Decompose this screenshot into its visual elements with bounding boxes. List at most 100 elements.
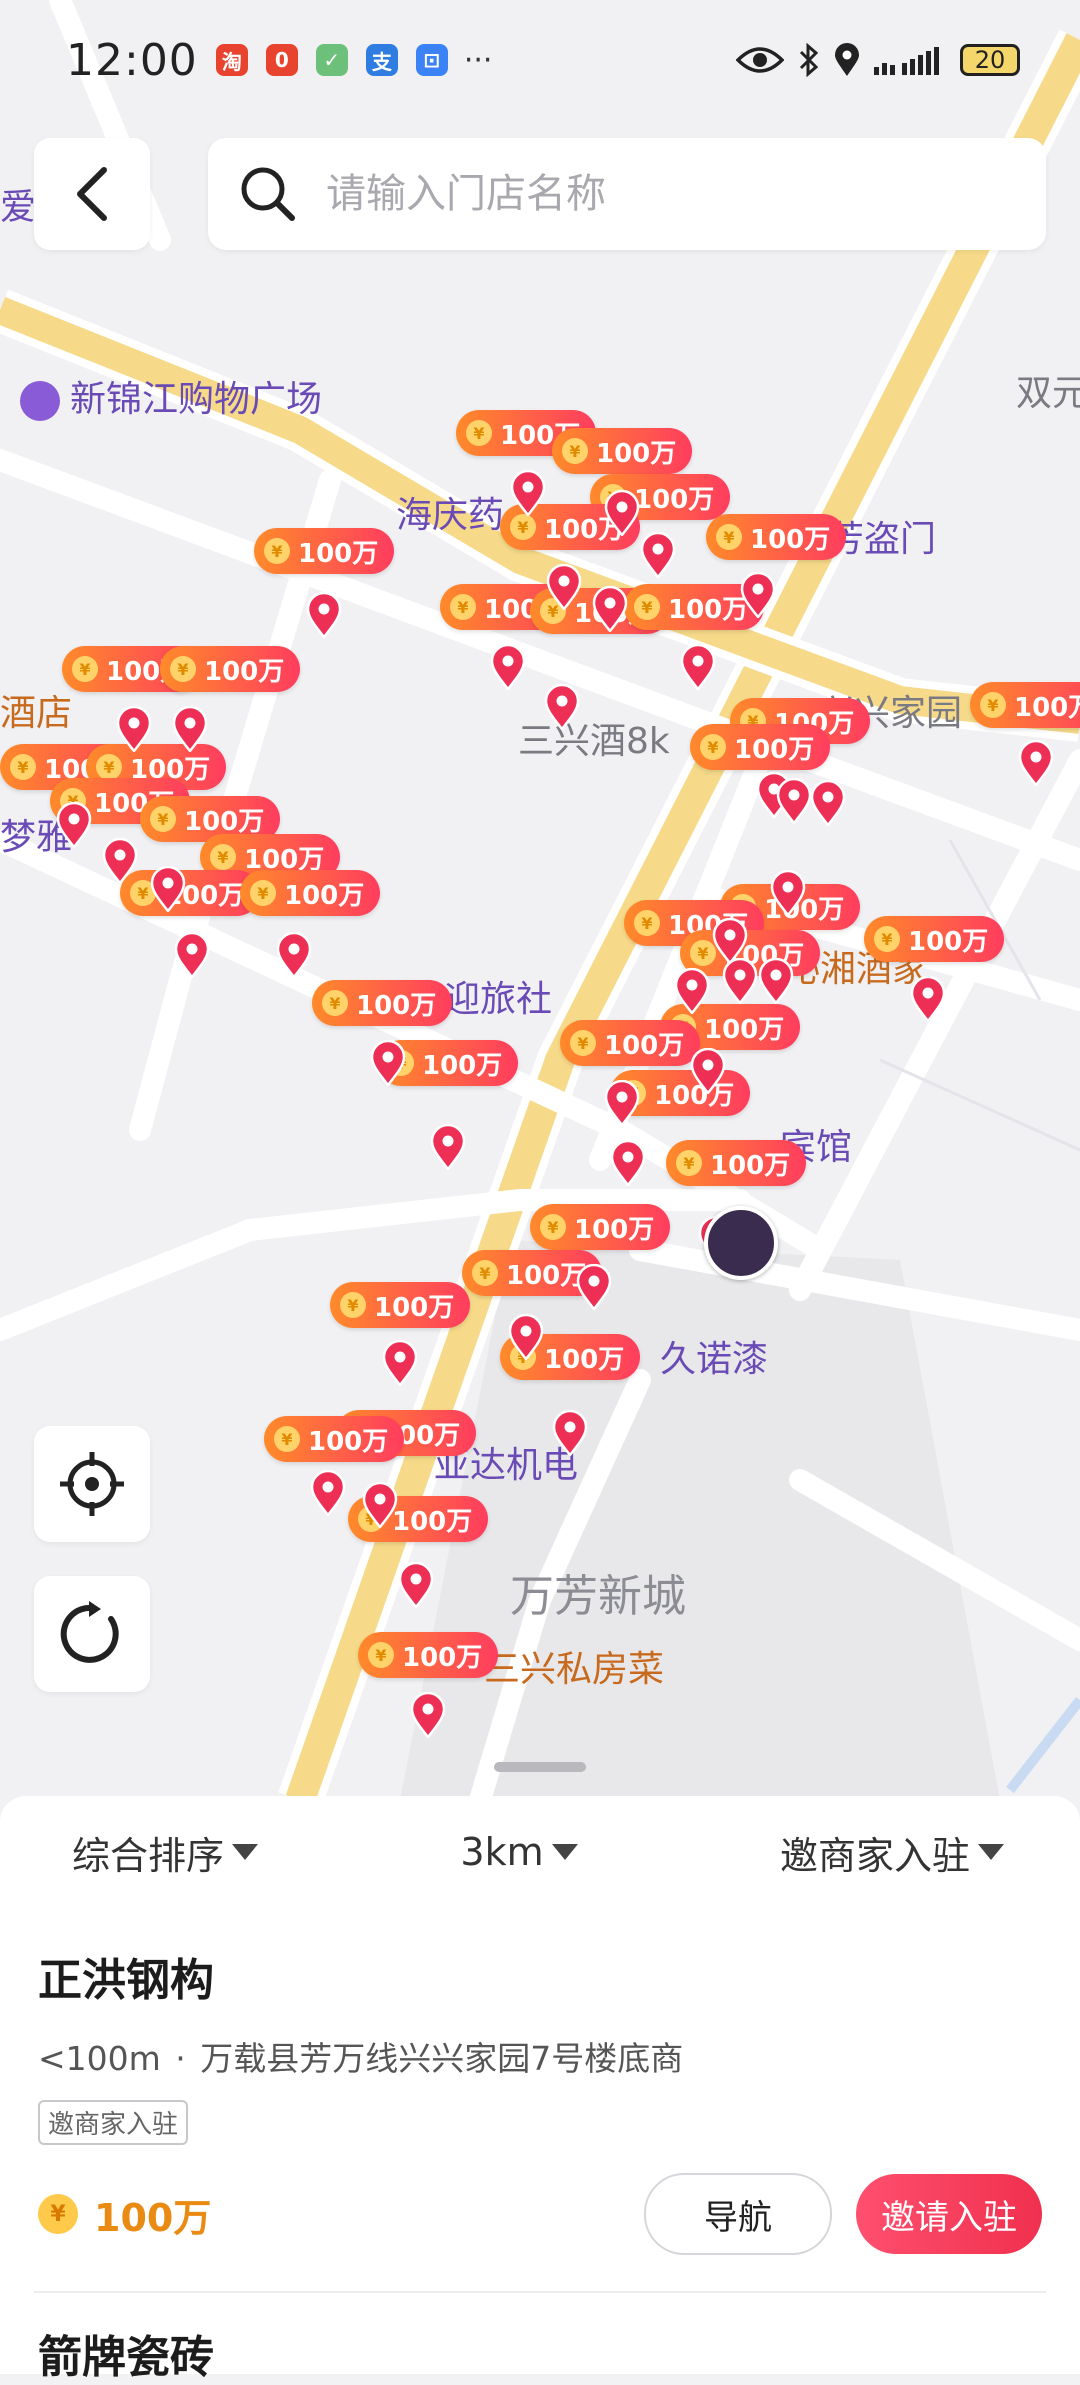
map-pin-icon[interactable] — [680, 644, 716, 690]
coin-icon: ¥ — [340, 1292, 366, 1318]
price-tag-marker[interactable]: ¥100万 — [690, 724, 831, 770]
price-tag-label: 100万 — [704, 1014, 785, 1045]
map-pin-icon[interactable] — [740, 572, 776, 618]
store-address-text: 万载县芳万线兴兴家园7号楼底商 — [200, 2039, 684, 2078]
map-pin-icon[interactable] — [640, 532, 676, 578]
poi-label[interactable]: 三兴私房菜 — [484, 1640, 664, 1692]
map-view[interactable]: 新锦江购物广场 海庆药 芳盗门 双元 兴兴家园 三兴酒8k 酒店 梦雅 沁湘酒家… — [0, 0, 1080, 1800]
poi-label[interactable]: 爱 — [0, 178, 36, 230]
caret-down-icon — [551, 1844, 578, 1860]
map-pin-icon[interactable] — [1018, 740, 1054, 786]
map-pin-icon[interactable] — [546, 564, 582, 610]
map-pin-icon[interactable] — [150, 866, 186, 912]
poi-label[interactable]: 久诺漆 — [660, 1330, 768, 1382]
price-tag-marker[interactable]: ¥100万 — [666, 1140, 807, 1186]
store-list-sheet: 综合排序 3km 邀商家入驻 正洪钢构 <100m · 万载县芳万线兴兴家园7号… — [0, 1796, 1080, 2383]
map-pin-icon[interactable] — [370, 1040, 406, 1086]
price-tag-marker[interactable]: ¥100万 — [312, 980, 453, 1026]
price-tag-marker[interactable]: ¥100万 — [240, 870, 381, 916]
price-tag-marker[interactable]: ¥100万 — [264, 1416, 405, 1462]
price-tag-marker[interactable]: ¥100万 — [706, 514, 847, 560]
map-pin-icon[interactable] — [410, 1692, 446, 1738]
area-label: 万芳新城 — [510, 1571, 686, 1622]
poi-label[interactable]: 海庆药 — [396, 486, 504, 538]
store-search-input[interactable] — [324, 170, 968, 218]
map-pin-icon[interactable] — [592, 586, 628, 632]
map-pin-icon[interactable] — [398, 1562, 434, 1608]
price-tag-marker[interactable]: ¥100万 — [864, 916, 1005, 962]
locate-button[interactable] — [34, 1426, 150, 1542]
sort-filter[interactable]: 综合排序 — [72, 1825, 259, 1880]
price-tag-marker[interactable]: ¥100万 — [358, 1632, 499, 1678]
price-tag-label: 100万 — [284, 880, 365, 911]
map-pin-icon[interactable] — [576, 1264, 612, 1310]
car-icon: ⊡ — [415, 44, 448, 76]
price-tag-marker[interactable]: ¥100万 — [552, 428, 693, 474]
distance-filter[interactable]: 3km — [460, 1830, 578, 1874]
map-pin-icon[interactable] — [758, 958, 794, 1004]
price-tag-marker[interactable]: ¥100万 — [254, 528, 395, 574]
map-pin-icon[interactable] — [306, 592, 342, 638]
map-pin-icon[interactable] — [510, 470, 546, 516]
map-pin-icon[interactable] — [116, 706, 152, 752]
eye-icon — [736, 47, 784, 73]
search-bar[interactable] — [208, 138, 1046, 250]
map-pin-icon[interactable] — [604, 490, 640, 536]
taobao-icon: 淘 — [215, 44, 248, 76]
coin-icon: ¥ — [368, 1642, 394, 1668]
map-pin-icon[interactable] — [674, 968, 710, 1014]
coin-icon: ¥ — [676, 1150, 702, 1176]
invite-button[interactable]: 邀请入驻 — [856, 2174, 1042, 2254]
map-pin-icon[interactable] — [276, 932, 312, 978]
map-pin-icon[interactable] — [362, 1482, 398, 1528]
poi-label[interactable]: 酒店 — [0, 684, 72, 736]
distance-filter-label: 3km — [460, 1830, 544, 1874]
map-pin-icon[interactable] — [382, 1340, 418, 1386]
user-location-avatar[interactable] — [704, 1206, 778, 1280]
map-pin-icon[interactable] — [770, 870, 806, 916]
refresh-icon — [60, 1601, 119, 1663]
coin-icon: ¥ — [472, 1260, 498, 1286]
price-tag-marker[interactable]: ¥100万 — [330, 1282, 471, 1328]
map-pin-icon[interactable] — [910, 976, 946, 1022]
chevron-left-icon — [77, 167, 107, 221]
map-pin-icon[interactable] — [722, 958, 758, 1004]
poi-label[interactable]: 三兴酒8k — [518, 712, 670, 764]
store-distance: <100m — [38, 2039, 161, 2078]
map-pin-icon[interactable] — [544, 684, 580, 730]
merchant-filter[interactable]: 邀商家入驻 — [780, 1825, 1004, 1880]
coin-icon: ¥ — [274, 1426, 300, 1452]
map-pin-icon[interactable] — [172, 706, 208, 752]
price-tag-label: 100万 — [308, 1426, 389, 1457]
price-tag-label: 100万 — [544, 1344, 625, 1375]
map-pin-icon[interactable] — [776, 778, 812, 824]
store-card[interactable]: 正洪钢构 <100m · 万载县芳万线兴兴家园7号楼底商 邀商家入驻 ¥ 100… — [0, 1944, 1080, 2255]
map-pin-icon[interactable] — [490, 644, 526, 690]
map-pin-icon[interactable] — [102, 838, 138, 884]
map-pin-icon[interactable] — [610, 1140, 646, 1186]
map-pin-icon[interactable] — [552, 1410, 588, 1456]
map-pin-icon[interactable] — [604, 1080, 640, 1126]
map-pin-icon[interactable] — [810, 780, 846, 826]
price-tag-label: 100万 — [298, 538, 379, 569]
refresh-button[interactable] — [34, 1576, 150, 1692]
price-tag-marker[interactable]: ¥100万 — [160, 646, 301, 692]
price-tag-label: 100万 — [596, 438, 677, 469]
map-pin-icon[interactable] — [174, 932, 210, 978]
map-pin-icon[interactable] — [430, 1124, 466, 1170]
map-pin-icon[interactable] — [508, 1314, 544, 1360]
navigate-button[interactable]: 导航 — [644, 2173, 832, 2255]
poi-label[interactable]: 新锦江购物广场 — [20, 370, 322, 422]
price-tag-label: 100万 — [634, 484, 715, 515]
sheet-drag-handle[interactable] — [494, 1762, 586, 1772]
poi-label[interactable]: 双元 — [1016, 364, 1080, 416]
map-pin-icon[interactable] — [56, 802, 92, 848]
price-tag-marker[interactable]: ¥100万 — [530, 1204, 671, 1250]
map-pin-icon[interactable] — [690, 1048, 726, 1094]
price-tag-marker[interactable]: ¥100万 — [560, 1020, 701, 1066]
map-pin-icon[interactable] — [310, 1470, 346, 1516]
price-tag-label: 100万 — [184, 806, 265, 837]
back-button[interactable] — [34, 138, 150, 250]
price-tag-marker[interactable]: ¥100万 — [970, 682, 1080, 728]
app-red-icon: 0 — [265, 44, 298, 76]
